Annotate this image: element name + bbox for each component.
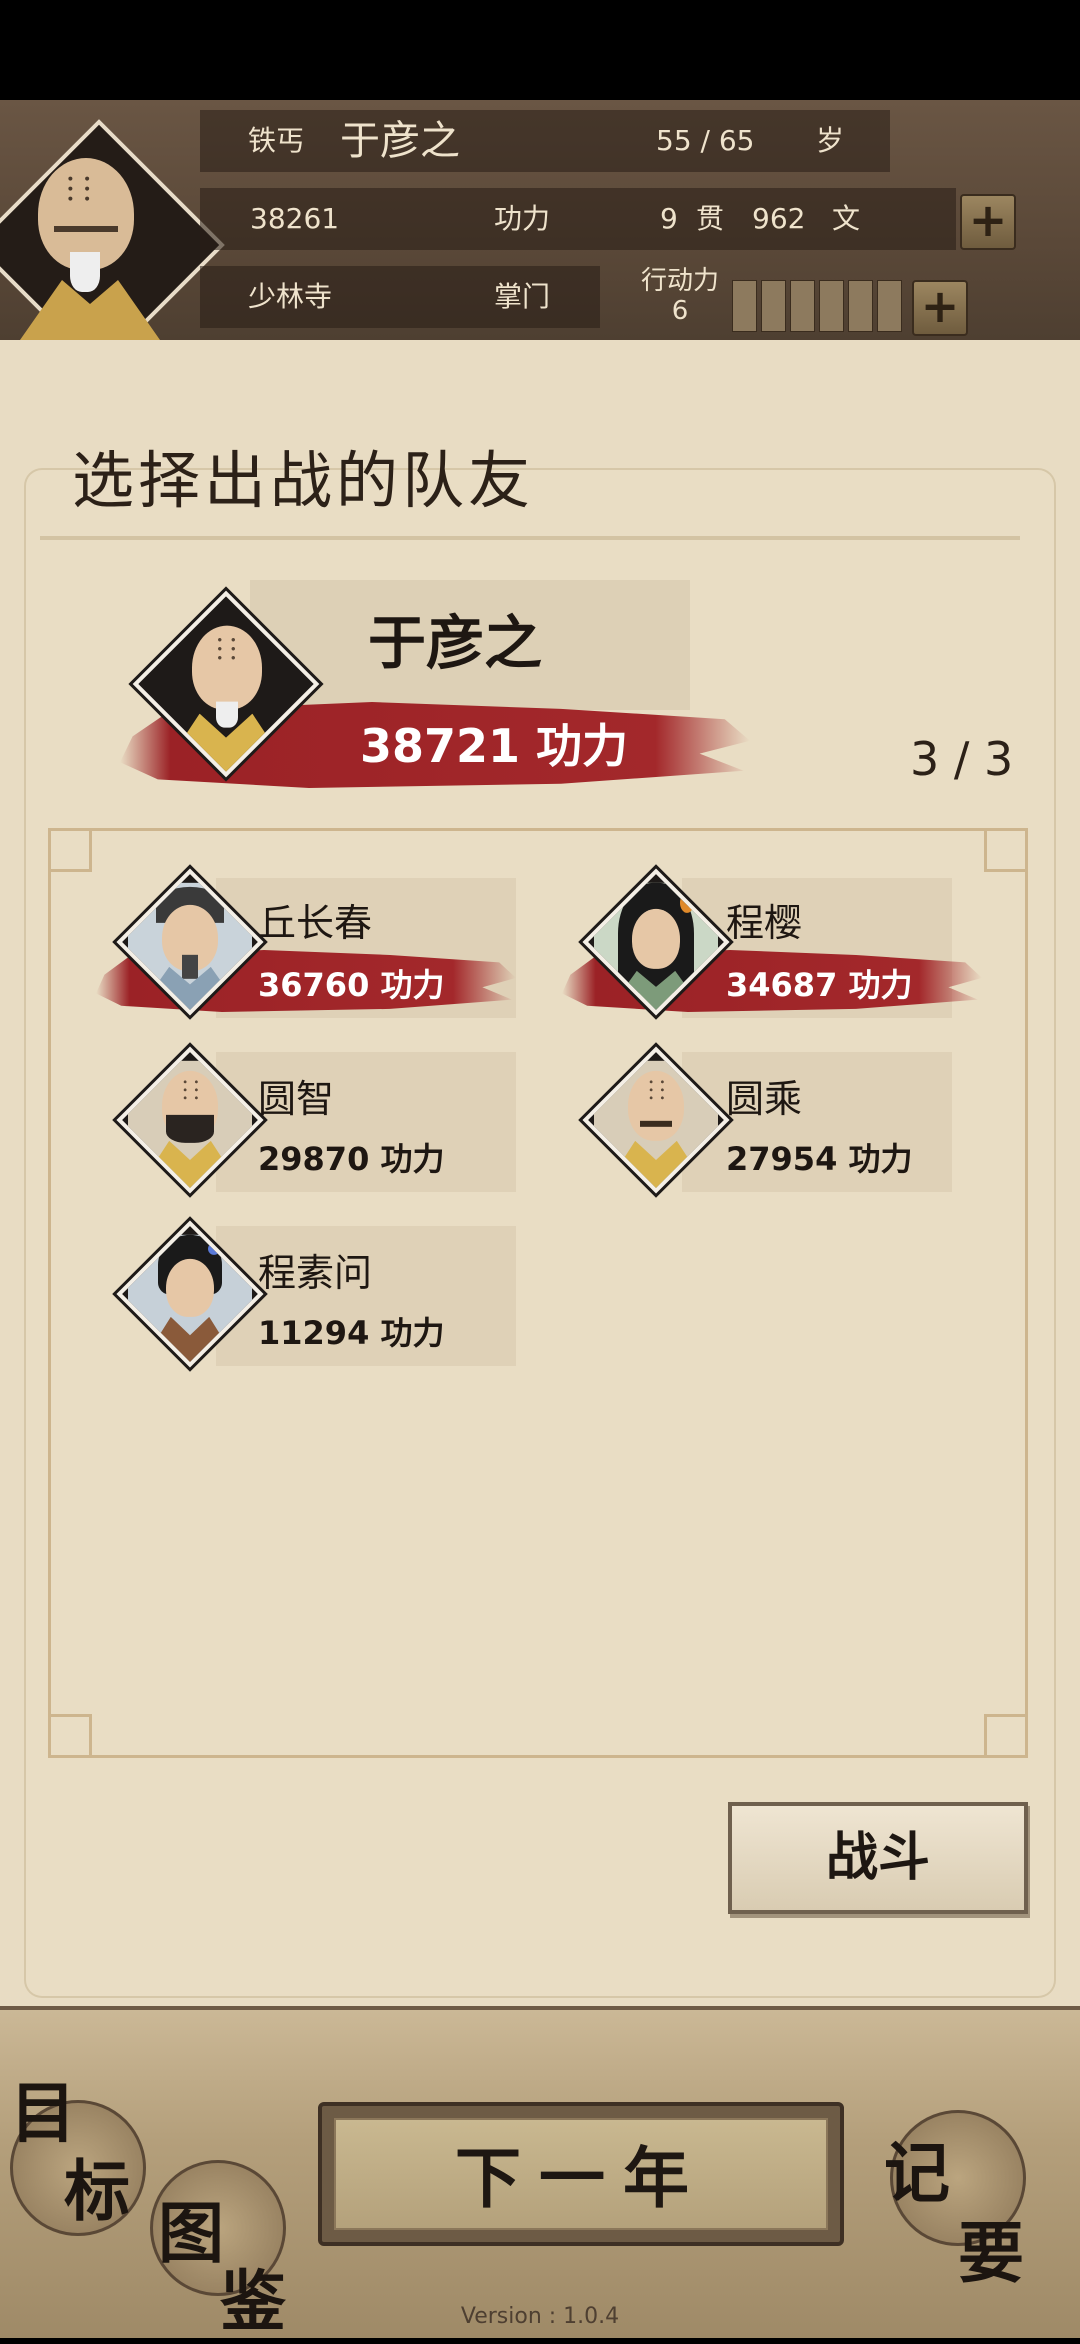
header-row-age: 55 / 65 岁: [600, 110, 890, 172]
member-power: 36760 功力: [258, 966, 445, 1004]
sect-name: 少林寺: [248, 280, 333, 313]
action-points: 行动力 6: [628, 266, 732, 332]
age-value: 55 / 65: [656, 124, 755, 157]
notes-button[interactable]: 记 要: [870, 2120, 1070, 2330]
age-unit: 岁: [816, 124, 845, 157]
fight-button[interactable]: 战斗: [728, 1802, 1028, 1914]
next-year-label: 下一年: [334, 2118, 828, 2230]
member-name: 程樱: [726, 901, 803, 945]
codex-char-2: 鉴: [220, 2262, 286, 2340]
money-wen-unit: 文: [832, 202, 861, 235]
header-row-name: 铁丐 于彦之: [200, 110, 600, 172]
next-year-button[interactable]: 下一年: [318, 2102, 844, 2246]
member-name: 程素问: [258, 1251, 373, 1295]
player-name: 于彦之: [340, 118, 460, 164]
codex-char-1: 图: [158, 2194, 224, 2272]
title-label: 铁丐: [248, 124, 305, 157]
player-avatar[interactable]: ∙∙ ∙∙ ∙∙: [0, 119, 225, 340]
header-row-power: 38261 功力: [200, 188, 600, 250]
member-power: 27954 功力: [726, 1140, 913, 1178]
money-guan: 9: [660, 202, 678, 235]
action-label: 行动力: [640, 266, 719, 296]
money-wen: 962: [752, 202, 806, 235]
action-value: 6: [671, 296, 689, 326]
member-card[interactable]: 程樱 34687 功力: [562, 868, 982, 1030]
money-guan-unit: 贯: [696, 202, 725, 235]
player-header: ∙∙ ∙∙ ∙∙ 铁丐 于彦之 55 / 65 岁 38261 功力 9 贯 962…: [0, 100, 1080, 340]
member-card[interactable]: ∙∙ ∙∙ ∙∙ 圆乘 27954 功力: [562, 1046, 982, 1208]
status-bar: [0, 0, 1080, 100]
power-value: 38261: [250, 202, 340, 235]
goals-char-2: 标: [64, 2152, 130, 2230]
goals-button[interactable]: 目 标: [0, 2060, 150, 2230]
notes-char-2: 要: [958, 2214, 1024, 2292]
title-divider: [40, 536, 1020, 540]
header-row-money: 9 贯 962 文: [600, 188, 956, 250]
leader-power: 38721 功力: [360, 719, 629, 773]
team-count: 3 / 3: [910, 732, 1014, 786]
action-points-bar: [732, 280, 902, 332]
member-name: 丘长春: [258, 901, 373, 945]
member-name: 圆乘: [726, 1077, 803, 1121]
member-name: 圆智: [258, 1077, 335, 1121]
leader-name: 于彦之: [368, 609, 543, 677]
header-row-sect: 少林寺 掌门: [200, 266, 600, 328]
panel-title: 选择出战的队友: [72, 444, 535, 517]
member-power: 29870 功力: [258, 1140, 445, 1178]
notes-char-1: 记: [884, 2134, 950, 2212]
version-text: Version : 1.0.4: [460, 2304, 620, 2329]
member-power: 34687 功力: [726, 966, 913, 1004]
member-card[interactable]: 程素问 11294 功力: [96, 1220, 516, 1382]
member-card[interactable]: ∙∙ ∙∙ ∙∙ 圆智 29870 功力: [96, 1046, 516, 1208]
sect-position: 掌门: [494, 280, 551, 313]
leader-card: ∙∙ ∙∙ ∙∙ 于彦之 38721 功力: [120, 580, 760, 790]
member-card[interactable]: 丘长春 36760 功力: [96, 868, 516, 1030]
member-power: 11294 功力: [258, 1314, 445, 1352]
add-action-button[interactable]: +: [912, 280, 968, 336]
power-label: 功力: [494, 202, 551, 235]
add-money-button[interactable]: +: [960, 194, 1016, 250]
